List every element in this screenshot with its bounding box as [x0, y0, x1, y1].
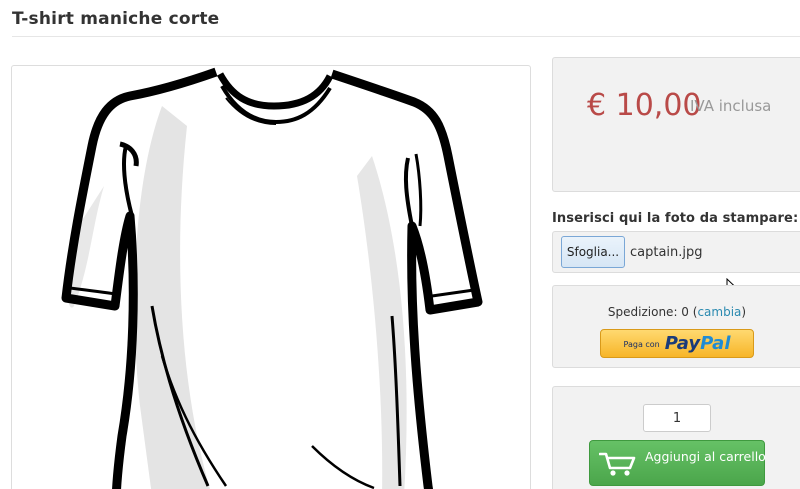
- shipping-text: Spedizione: 0 (cambia): [553, 305, 800, 319]
- title-divider: [12, 36, 800, 37]
- product-image-panel: [11, 65, 531, 489]
- upload-label: Inserisci qui la foto da stampare:: [552, 211, 799, 226]
- price-box: € 10,00 IVA inclusa: [552, 57, 800, 192]
- quantity-input[interactable]: [643, 404, 711, 432]
- change-shipping-link[interactable]: cambia: [697, 305, 741, 319]
- shipping-prefix: Spedizione: 0 (: [607, 305, 698, 319]
- selected-file-name: captain.jpg: [630, 245, 703, 260]
- file-upload-field: Sfoglia... captain.jpg: [552, 231, 800, 273]
- add-to-cart-label: Aggiungi al carrello: [645, 449, 766, 464]
- page-title: T-shirt maniche corte: [12, 9, 220, 29]
- cart-box: Aggiungi al carrello: [552, 386, 800, 489]
- paypal-button[interactable]: Paga con Pay Pal: [600, 329, 754, 358]
- price-vat-note: IVA inclusa: [690, 97, 772, 115]
- shopping-cart-icon: [599, 452, 636, 476]
- add-to-cart-button[interactable]: Aggiungi al carrello: [589, 440, 766, 486]
- shipping-box: Spedizione: 0 (cambia) Paga con Pay Pal: [552, 285, 800, 368]
- paypal-prefix: Paga con: [623, 340, 660, 349]
- browse-button[interactable]: Sfoglia...: [561, 236, 625, 268]
- paypal-logo-pay: Pay: [664, 333, 701, 354]
- shipping-suffix: ): [741, 305, 747, 319]
- tshirt-image: [61, 67, 483, 489]
- price-amount: € 10,00: [587, 88, 702, 123]
- paypal-logo-pal: Pal: [700, 333, 731, 354]
